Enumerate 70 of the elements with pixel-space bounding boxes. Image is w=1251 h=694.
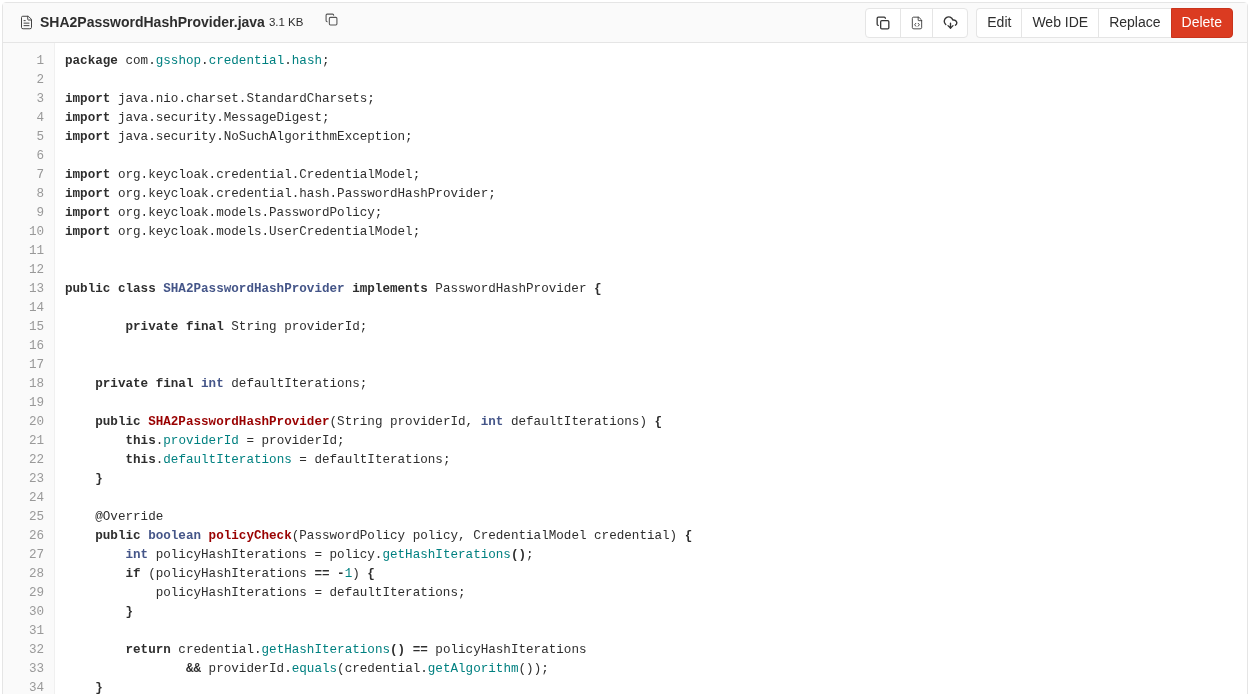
line-number[interactable]: 18 (28, 375, 44, 394)
line-number[interactable]: 26 (28, 527, 44, 546)
file-size: 3.1 KB (268, 14, 304, 30)
copy-file-path-button[interactable] (323, 11, 341, 28)
line-number[interactable]: 13 (28, 280, 44, 299)
code-line: @Override (94, 510, 164, 524)
line-number[interactable]: 20 (28, 413, 44, 432)
delete-button[interactable]: Delete (1170, 7, 1233, 38)
line-number[interactable]: 11 (28, 242, 44, 261)
code-line: private final String providerId; (124, 320, 368, 334)
copy-icon (325, 13, 339, 26)
file-name: SHA2PasswordHashProvider.java (40, 13, 265, 32)
line-number[interactable]: 19 (28, 394, 44, 413)
code-line: if (policyHashIterations == -1) { (124, 567, 375, 581)
code-line: policyHashIterations = defaultIterations; (154, 586, 466, 600)
line-number[interactable]: 21 (28, 432, 44, 451)
code-line: this.providerId = providerId; (124, 434, 345, 448)
action-button[interactable]: Replace (1098, 7, 1171, 38)
code-file-icon (909, 15, 924, 30)
copy-icon (876, 15, 891, 30)
line-number[interactable]: 3 (36, 90, 44, 109)
line-number[interactable]: 22 (28, 451, 44, 470)
line-number[interactable]: 1 (36, 52, 44, 71)
line-number[interactable]: 15 (28, 318, 44, 337)
line-number[interactable]: 6 (36, 147, 44, 166)
code-line: import org.keycloak.models.UserCredentialModel; (65, 225, 421, 239)
code-line: } (94, 472, 103, 486)
action-button[interactable]: Edit (976, 7, 1022, 38)
line-number[interactable]: 10 (28, 223, 44, 242)
code-line: import org.keycloak.models.PasswordPolicy; (65, 206, 383, 220)
line-number[interactable]: 34 (28, 679, 44, 694)
code-line: public boolean policyCheck(PasswordPolicy policy, CredentialModel credential) { (94, 529, 693, 543)
download-icon (942, 15, 958, 30)
code-line: private final int defaultIterations; (94, 377, 368, 391)
code-line: int policyHashIterations = policy.getHashIterations(); (124, 548, 534, 562)
file-icon (19, 15, 34, 30)
line-number[interactable]: 14 (28, 299, 44, 318)
line-number[interactable]: 5 (36, 128, 44, 147)
code-line: } (94, 681, 103, 694)
code-line: public SHA2PasswordHashProvider(String providerId, int defaultIterations) { (94, 415, 663, 429)
line-number[interactable]: 25 (28, 508, 44, 527)
line-number[interactable]: 16 (28, 337, 44, 356)
line-number[interactable]: 28 (28, 565, 44, 584)
line-number[interactable]: 27 (28, 546, 44, 565)
line-number[interactable]: 12 (28, 261, 44, 280)
line-number[interactable]: 4 (36, 109, 44, 128)
line-number[interactable]: 23 (28, 470, 44, 489)
line-number[interactable]: 8 (36, 185, 44, 204)
code-line: this.defaultIterations = defaultIterations; (124, 453, 451, 467)
code-line: import java.security.MessageDigest; (65, 111, 330, 125)
line-number[interactable]: 33 (28, 660, 44, 679)
code-line: import java.nio.charset.StandardCharsets; (65, 92, 375, 106)
line-number[interactable]: 17 (28, 356, 44, 375)
code-line: return credential.getHashIterations() == policyHashIterations (124, 643, 587, 657)
code-line: import java.security.NoSuchAlgorithmException; (65, 130, 413, 144)
code-line: import org.keycloak.credential.CredentialModel; (65, 168, 421, 182)
line-number[interactable]: 24 (28, 489, 44, 508)
line-number[interactable]: 2 (36, 71, 44, 90)
line-number[interactable]: 7 (36, 166, 44, 185)
code-line: } (124, 605, 134, 619)
action-button[interactable]: Web IDE (1021, 7, 1099, 38)
line-number[interactable]: 29 (28, 584, 44, 603)
line-number[interactable]: 32 (28, 641, 44, 660)
line-number[interactable]: 30 (28, 603, 44, 622)
line-number[interactable]: 31 (28, 622, 44, 641)
line-number[interactable]: 9 (36, 204, 44, 223)
code-line: public class SHA2PasswordHashProvider implements PasswordHashProvider { (65, 282, 602, 296)
code-line: import org.keycloak.credential.hash.PasswordHashProvider; (65, 187, 496, 201)
code-line: && providerId.equals(credential.getAlgorithm()); (184, 662, 549, 676)
code-line: package com.gsshop.credential.hash; (65, 54, 330, 68)
